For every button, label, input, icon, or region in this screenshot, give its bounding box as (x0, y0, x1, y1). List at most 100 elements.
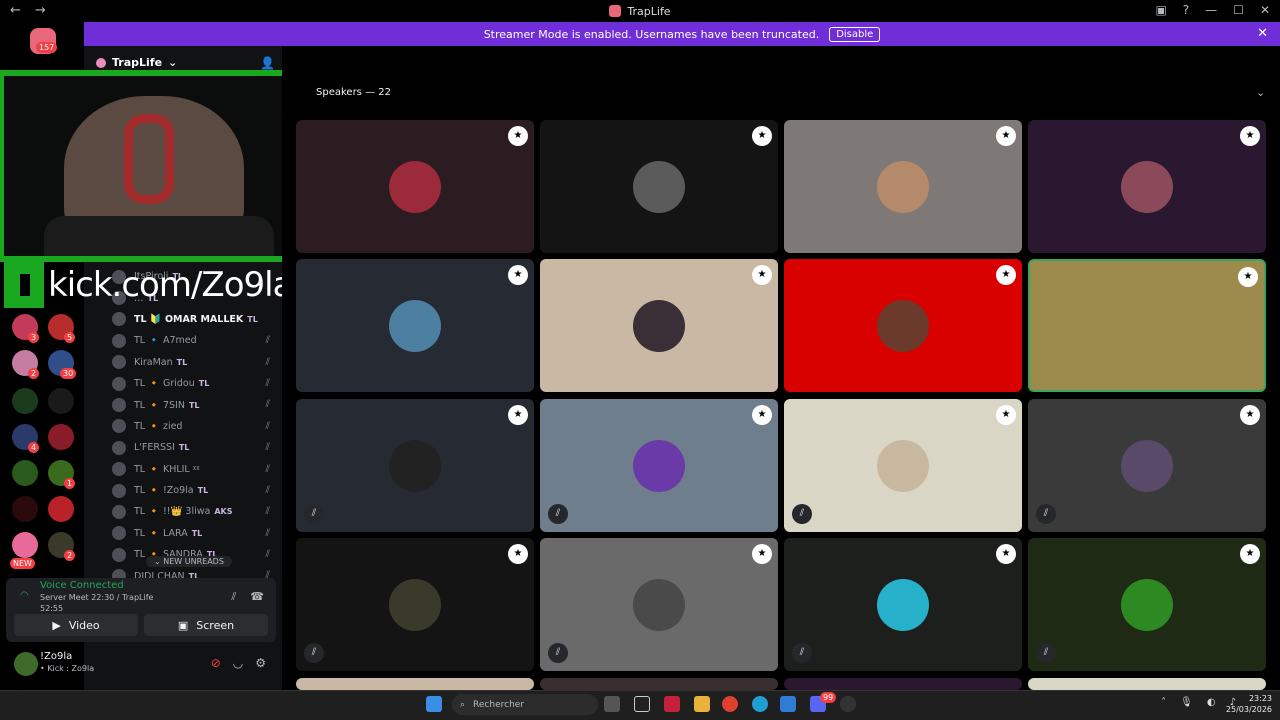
speaker-tile[interactable]: ★ ⫽ (784, 399, 1022, 532)
moderator-icon: ★ (508, 265, 528, 285)
user-status: • Kick : Zo9la (40, 664, 95, 673)
collapse-chevron-icon[interactable]: ⌄ (1256, 86, 1265, 99)
member-row[interactable]: TL 🔸 !!👑 3liwa AKS ⫽ (112, 501, 278, 522)
screen-share-button[interactable]: ▣ Screen (144, 614, 268, 636)
microphone-icon[interactable]: 🎙 (1180, 697, 1193, 708)
muted-icon: ⫽ (265, 527, 270, 539)
avatar (389, 160, 441, 213)
member-row[interactable]: TL 🔸 7SIN TL ⫽ (112, 394, 278, 415)
minimize-button[interactable]: — (1205, 3, 1217, 17)
server-header[interactable]: TrapLife ⌄ (96, 56, 177, 69)
server-icon[interactable] (12, 496, 38, 522)
member-row[interactable]: TL 🔹 A7med ⫽ (112, 330, 278, 351)
clock[interactable]: 23:23 25/03/2026 (1226, 693, 1272, 715)
voice-actions: ⫽ ☎ (231, 590, 264, 604)
speaker-tile[interactable]: ★ (1028, 259, 1266, 392)
member-row[interactable]: KiraMan TL ⫽ (112, 352, 278, 373)
edge-icon[interactable] (752, 696, 768, 712)
new-unreads-pill[interactable]: ⌄ NEW UNREADS (146, 556, 232, 567)
avatar (1121, 439, 1173, 492)
user-name[interactable]: !Zo9la (40, 651, 72, 662)
member-row[interactable]: TL 🔸 !Zo9la TL ⫽ (112, 480, 278, 501)
back-icon[interactable]: ← (10, 3, 21, 18)
speaker-tile[interactable]: ★ (784, 259, 1022, 392)
avatar (877, 299, 929, 352)
avatar[interactable] (14, 652, 38, 676)
speaker-tile[interactable]: ★ (296, 259, 534, 392)
inbox-icon[interactable]: ▣ (1155, 3, 1166, 17)
maximize-button[interactable]: ☐ (1233, 3, 1244, 17)
server-icon[interactable] (48, 496, 74, 522)
muted-icon: ⫽ (548, 504, 568, 524)
speaker-tile[interactable] (784, 678, 1022, 690)
speaker-tile[interactable]: ★ (296, 120, 534, 253)
adobe-icon[interactable] (664, 696, 680, 712)
invite-people-icon[interactable]: 👤 (260, 56, 275, 70)
obs-icon[interactable] (840, 696, 856, 712)
forward-icon[interactable]: → (35, 3, 46, 18)
member-row[interactable]: TL 🔸 KHLIL ᵡᵡ ⫽ (112, 459, 278, 480)
avatar (389, 299, 441, 352)
chrome-icon[interactable] (722, 696, 738, 712)
photos-icon[interactable] (780, 696, 796, 712)
speaker-tile[interactable]: ★ ⫽ (540, 399, 778, 532)
member-row[interactable]: TL 🔸 LARA TL ⫽ (112, 523, 278, 544)
server-icon[interactable] (48, 424, 74, 450)
file-explorer-icon[interactable] (694, 696, 710, 712)
signal-icon: ◠ (20, 590, 29, 601)
server-logo-icon (96, 57, 106, 68)
chevron-up-icon[interactable]: ˄ (1161, 697, 1166, 708)
speaker-tile[interactable]: ★ ⫽ (1028, 399, 1266, 532)
noise-suppression-icon[interactable]: ⫽ (231, 590, 236, 604)
server-icon[interactable] (48, 388, 74, 414)
mute-icon[interactable]: ⊘ (211, 656, 221, 670)
member-row[interactable]: TL 🔸 Gridou TL ⫽ (112, 373, 278, 394)
member-row[interactable]: L'FERSSI TL ⫽ (112, 437, 278, 458)
moderator-icon: ★ (1238, 267, 1258, 287)
member-tag: TL (191, 528, 203, 538)
video-button[interactable]: ▶ Video (14, 614, 138, 636)
speaker-tile[interactable] (296, 678, 534, 690)
member-name: TL 🔰 OMAR MALLEK (134, 313, 244, 325)
start-icon[interactable] (426, 696, 442, 712)
muted-icon: ⫽ (1036, 504, 1056, 524)
member-row[interactable]: TL 🔸 zied ⫽ (112, 416, 278, 437)
gear-icon[interactable]: ⚙ (255, 656, 266, 670)
disable-streamer-mode-button[interactable]: Disable (829, 26, 881, 42)
member-row[interactable]: TL 🔰 OMAR MALLEK TL (112, 309, 278, 330)
headphones-icon[interactable]: ◡ (233, 656, 243, 670)
muted-icon: ⫽ (792, 643, 812, 663)
help-icon[interactable]: ? (1183, 3, 1189, 17)
server-icon[interactable] (12, 532, 38, 558)
voice-elapsed: 52:55 (40, 604, 64, 613)
speaker-tile[interactable]: ★ ⫽ (540, 538, 778, 671)
muted-icon: ⫽ (265, 463, 270, 475)
speaker-tile[interactable]: ★ (784, 120, 1022, 253)
member-tag: TL (198, 379, 210, 389)
taskbar-search[interactable]: ⌕ Rechercher (452, 694, 598, 715)
server-badge: 4 (28, 442, 40, 453)
speaker-tile[interactable] (1028, 678, 1266, 690)
network-icon[interactable]: ◐ (1207, 697, 1216, 708)
close-banner-icon[interactable]: ✕ (1257, 26, 1268, 41)
discord-badge: 99 (820, 692, 837, 703)
avatar (112, 526, 126, 541)
task-view-icon[interactable] (604, 696, 620, 712)
voice-channel[interactable]: Server Meet 22:30 / TrapLife (40, 593, 153, 602)
speaker-tile[interactable]: ★ ⫽ (296, 538, 534, 671)
speaker-tile[interactable]: ★ (540, 259, 778, 392)
speaker-tile[interactable] (540, 678, 778, 690)
avatar (112, 547, 126, 562)
speaker-tile[interactable]: ★ (540, 120, 778, 253)
disconnect-icon[interactable]: ☎ (250, 590, 264, 604)
system-tray: ˄ 🎙 ◐ ♪ (1161, 697, 1236, 708)
voice-status[interactable]: Voice Connected (40, 580, 124, 591)
speaker-tile[interactable]: ★ ⫽ (296, 399, 534, 532)
close-window-button[interactable]: ✕ (1260, 3, 1270, 17)
speaker-tile[interactable]: ★ ⫽ (784, 538, 1022, 671)
server-icon[interactable] (12, 460, 38, 486)
speaker-tile[interactable]: ★ ⫽ (1028, 538, 1266, 671)
capcut-icon[interactable] (634, 696, 650, 712)
speaker-tile[interactable]: ★ (1028, 120, 1266, 253)
server-icon[interactable] (12, 388, 38, 414)
